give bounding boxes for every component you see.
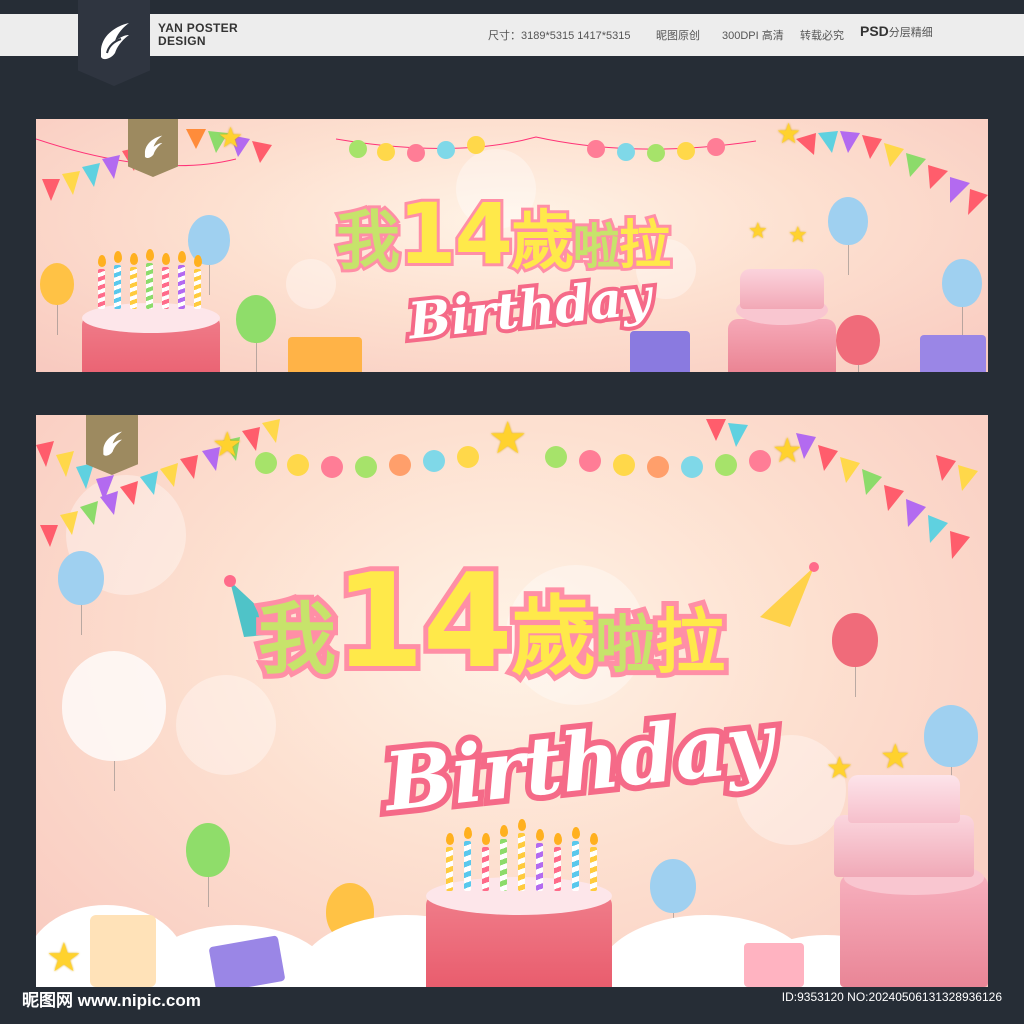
balloon: [650, 859, 696, 943]
candle: [114, 265, 121, 309]
ribbon-logo-badge: [86, 415, 138, 475]
balloon: [832, 613, 878, 697]
balloon: [924, 705, 978, 797]
candle: [194, 269, 201, 309]
candle-flame: [194, 255, 202, 267]
candle: [482, 847, 489, 891]
wing-logo-icon: [103, 431, 122, 456]
candle-flame: [114, 251, 122, 263]
candle-flame: [146, 249, 154, 261]
gift-box: [744, 943, 804, 987]
candle-flame: [178, 251, 186, 263]
title-number: 14: [395, 182, 516, 286]
banner-title-en: Birthday: [374, 689, 783, 835]
star-decoration: ★: [788, 223, 808, 248]
star-decoration: ★: [488, 415, 528, 464]
party-hat-icon: [760, 562, 819, 627]
psd-label: PSD分层精细: [860, 23, 933, 40]
candle-flame: [446, 833, 454, 845]
candle-flame: [518, 819, 526, 831]
original-label: 昵图原创: [656, 30, 700, 42]
star-decoration: ★: [748, 219, 768, 244]
candle-flame: [130, 253, 138, 265]
candle: [146, 263, 153, 309]
candle-flame: [536, 829, 544, 841]
wing-logo-icon: [144, 135, 163, 158]
candle: [464, 841, 471, 891]
title-char: 啦: [590, 603, 662, 686]
wing-logo-icon: [101, 23, 129, 60]
ribbon-logo-badge: [128, 119, 178, 177]
star-decoration: ★: [826, 751, 853, 786]
balloon: [836, 315, 880, 372]
candle: [572, 841, 579, 891]
bokeh-light: [286, 259, 336, 309]
candle: [162, 267, 169, 309]
candle: [98, 269, 105, 309]
candle-flame: [98, 255, 106, 267]
gift-box: [288, 337, 362, 372]
candle: [500, 839, 507, 891]
copyright-label: 转载必究: [800, 30, 844, 42]
banner-title-cn: 我14歲啦拉: [333, 182, 674, 286]
star-decoration: ★: [218, 121, 244, 154]
gift-box: [630, 331, 690, 372]
star-decoration: ★: [776, 119, 802, 150]
candle: [178, 265, 185, 309]
brand-line-2: DESIGN: [158, 34, 206, 48]
balloon: [828, 197, 868, 275]
size-info: 尺寸：3189*5315 1417*5315: [488, 30, 631, 42]
star-decoration: ★: [772, 431, 803, 471]
candle-flame: [554, 833, 562, 845]
banner-small: ★ ★ ★ ★ 我14歲啦拉 Birthday: [36, 119, 988, 372]
psd-sub-text: 分层精细: [888, 27, 933, 39]
candle: [590, 847, 597, 891]
candle-flame: [590, 833, 598, 845]
banner-title-cn: 我14歲啦拉: [253, 540, 730, 702]
candle: [130, 267, 137, 309]
cake-tier: [834, 815, 974, 877]
banner-large: ★ ★ ★ ★ ★ ★ 我14歲啦拉 Birthday: [36, 415, 988, 987]
title-char: 拉: [650, 596, 730, 688]
title-number: 14: [329, 540, 518, 702]
top-header-bar: YAN POSTER DESIGN 尺寸：3189*5315 1417*5315…: [0, 14, 1024, 56]
cake-tier: [740, 269, 824, 309]
title-char: 啦: [570, 216, 624, 278]
psd-text: PSD: [860, 23, 889, 39]
footer-site: 昵图网 www.nipic.com: [22, 991, 201, 1010]
candle: [554, 847, 561, 891]
title-char: 歲: [508, 202, 578, 282]
footer-id: ID:9353120 NO:20240506131328936126: [781, 990, 1002, 1004]
balloon: [58, 551, 104, 635]
brand-name: YAN POSTER DESIGN: [158, 22, 238, 48]
balloon: [40, 263, 74, 335]
candle: [536, 843, 543, 891]
candle-flame: [572, 827, 580, 839]
balloon: [942, 259, 982, 337]
title-char: 我: [253, 590, 341, 690]
clear-balloon: [62, 651, 166, 791]
dpi-label: 300DPI 高清: [722, 30, 784, 42]
candle-flame: [464, 827, 472, 839]
candle-flame: [500, 825, 508, 837]
star-decoration: ★: [880, 737, 911, 777]
cake-tier: [848, 775, 960, 823]
candle-flame: [162, 253, 170, 265]
star-decoration: ★: [46, 935, 82, 981]
balloon: [186, 823, 230, 907]
gift-box: [920, 335, 986, 372]
candle: [446, 847, 453, 891]
title-char: 歲: [506, 582, 602, 692]
title-char: 我: [333, 202, 403, 282]
candle-flame: [482, 833, 490, 845]
star-decoration: ★: [212, 425, 243, 465]
balloon: [236, 295, 276, 372]
candle: [518, 833, 525, 891]
brand-logo-tab: [78, 0, 150, 86]
layer-cake: [728, 319, 836, 372]
gift-box: [90, 915, 156, 987]
